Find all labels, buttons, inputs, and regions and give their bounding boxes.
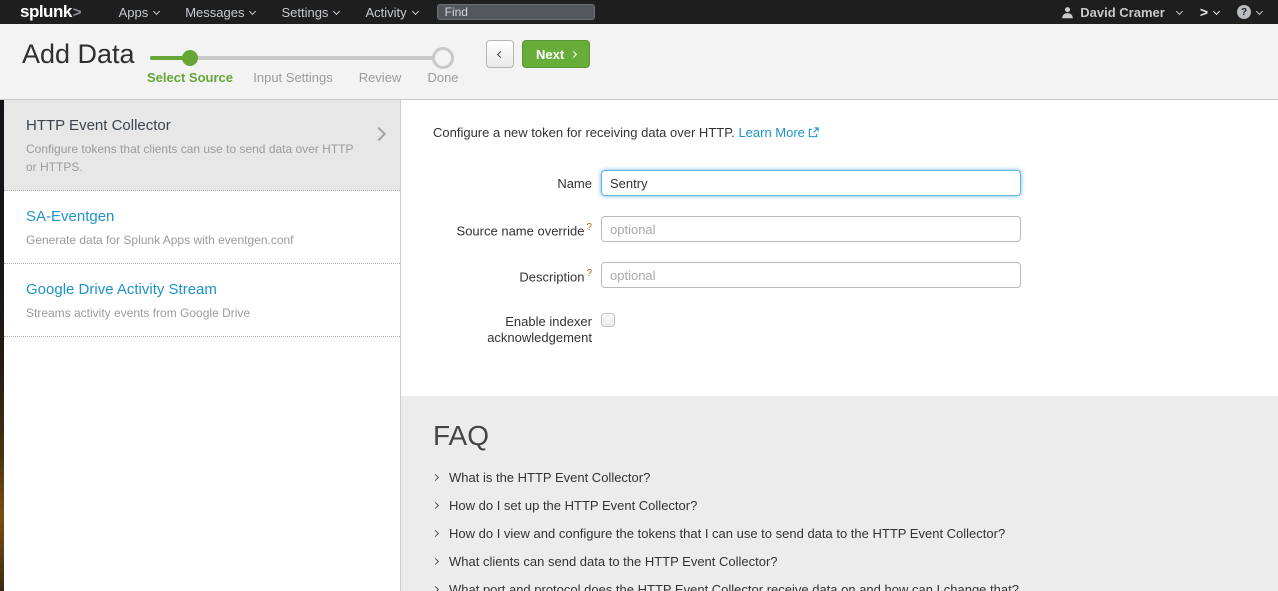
source-sidebar: HTTP Event Collector Configure tokens th…	[4, 100, 401, 591]
faq-title: FAQ	[433, 420, 1246, 452]
source-description: Configure tokens that clients can use to…	[26, 140, 361, 176]
sidebar-item-sa-eventgen[interactable]: SA-Eventgen Generate data for Splunk App…	[4, 191, 400, 264]
intro-text: Configure a new token for receiving data…	[433, 125, 735, 140]
chevron-left-icon	[496, 50, 503, 57]
step-select-source: Select Source	[147, 70, 233, 85]
sidebar-item-http-event-collector[interactable]: HTTP Event Collector Configure tokens th…	[4, 100, 400, 191]
user-name: David Cramer	[1080, 5, 1165, 20]
token-config-content: Configure a new token for receiving data…	[401, 100, 1278, 367]
topbar-right-group: David Cramer > ?	[1061, 4, 1278, 20]
faq-panel: FAQ What is the HTTP Event Collector? Ho…	[401, 396, 1278, 591]
menu-messages-label: Messages	[185, 5, 244, 20]
chevron-down-icon	[333, 7, 340, 14]
name-input[interactable]	[601, 170, 1021, 196]
description-row: Description?	[433, 262, 1278, 288]
step-done: Done	[427, 70, 458, 85]
page-title: Add Data	[22, 39, 135, 70]
faq-item-what-clients[interactable]: What clients can send data to the HTTP E…	[433, 554, 1246, 569]
faq-question: What clients can send data to the HTTP E…	[449, 554, 778, 569]
next-button[interactable]: Next	[522, 40, 590, 68]
name-label: Name	[433, 170, 592, 192]
chevron-right-icon	[432, 501, 439, 508]
chevron-down-icon	[412, 7, 419, 14]
source-description: Generate data for Splunk Apps with event…	[26, 231, 361, 249]
help-menu[interactable]: ?	[1237, 5, 1262, 19]
done-step-circle	[432, 47, 454, 69]
splunk-bar-menu[interactable]: >	[1200, 4, 1219, 20]
source-title: SA-Eventgen	[26, 208, 380, 225]
help-marker-icon[interactable]: ?	[586, 222, 592, 233]
source-title: HTTP Event Collector	[26, 117, 380, 134]
menu-apps-label: Apps	[119, 5, 149, 20]
menu-settings-label: Settings	[281, 5, 328, 20]
faq-item-view-configure-tokens[interactable]: How do I view and configure the tokens t…	[433, 526, 1246, 541]
splunk-add-data-page: splunk > Apps Messages Settings Activity	[0, 0, 1278, 591]
find-search-input[interactable]	[437, 4, 595, 20]
intro-line: Configure a new token for receiving data…	[433, 125, 1278, 140]
user-icon	[1061, 6, 1074, 19]
chevron-right-icon	[570, 50, 577, 57]
chevron-right-icon	[432, 557, 439, 564]
wizard-stepper: Select Source Input Settings Review Done	[150, 24, 480, 100]
source-title: Google Drive Activity Stream	[26, 281, 380, 298]
menu-activity-label: Activity	[365, 5, 406, 20]
chevron-down-icon	[249, 7, 256, 14]
faq-question: How do I set up the HTTP Event Collector…	[449, 498, 697, 513]
description-label: Description?	[433, 262, 592, 286]
menu-activity[interactable]: Activity	[352, 0, 430, 24]
chevron-down-icon	[1256, 7, 1263, 14]
token-form: Name Source name override? Description? …	[433, 170, 1278, 347]
step-review: Review	[359, 70, 402, 85]
faq-question: What is the HTTP Event Collector?	[449, 470, 650, 485]
splunk-logo-text: splunk	[20, 2, 72, 22]
back-button[interactable]	[486, 40, 514, 68]
splunk-logo[interactable]: splunk >	[20, 2, 82, 22]
source-override-label: Source name override?	[433, 216, 592, 240]
menu-messages[interactable]: Messages	[172, 0, 268, 24]
learn-more-link[interactable]: Learn More	[738, 125, 804, 140]
faq-question: What port and protocol does the HTTP Eve…	[449, 582, 1019, 591]
faq-item-how-set-up[interactable]: How do I set up the HTTP Event Collector…	[433, 498, 1246, 513]
menu-settings[interactable]: Settings	[268, 0, 352, 24]
user-menu[interactable]: David Cramer	[1061, 5, 1182, 20]
external-link-icon	[808, 127, 819, 138]
splunk-chevron-glyph: >	[1200, 4, 1208, 20]
chevron-right-icon	[432, 473, 439, 480]
source-override-row: Source name override?	[433, 216, 1278, 242]
sidebar-item-google-drive-activity-stream[interactable]: Google Drive Activity Stream Streams act…	[4, 264, 400, 337]
chevron-down-icon	[1176, 7, 1183, 14]
faq-question: How do I view and configure the tokens t…	[449, 526, 1005, 541]
faq-item-port-protocol[interactable]: What port and protocol does the HTTP Eve…	[433, 582, 1246, 591]
chevron-right-icon	[432, 585, 439, 591]
step-input-settings: Input Settings	[253, 70, 333, 85]
help-marker-icon[interactable]: ?	[586, 268, 592, 279]
token-config-panel: Configure a new token for receiving data…	[401, 100, 1278, 591]
source-override-input[interactable]	[601, 216, 1021, 242]
topbar: splunk > Apps Messages Settings Activity	[0, 0, 1278, 24]
indexer-ack-checkbox[interactable]	[601, 313, 615, 327]
add-data-header: Add Data Select Source Input Settings Re…	[0, 24, 1278, 100]
chevron-right-icon	[432, 529, 439, 536]
next-button-label: Next	[536, 47, 564, 62]
source-description: Streams activity events from Google Driv…	[26, 304, 361, 322]
page-body: HTTP Event Collector Configure tokens th…	[0, 100, 1278, 591]
menu-apps[interactable]: Apps	[106, 0, 173, 24]
chevron-down-icon	[1213, 7, 1220, 14]
chevron-down-icon	[153, 7, 160, 14]
faq-item-what-is[interactable]: What is the HTTP Event Collector?	[433, 470, 1246, 485]
current-step-dot	[182, 50, 198, 66]
help-icon: ?	[1237, 5, 1251, 19]
name-row: Name	[433, 170, 1278, 196]
splunk-logo-chevron: >	[73, 4, 82, 21]
chevron-right-icon	[374, 126, 384, 144]
description-input[interactable]	[601, 262, 1021, 288]
indexer-ack-row: Enable indexer acknowledgement	[433, 308, 1278, 347]
indexer-ack-label: Enable indexer acknowledgement	[433, 308, 592, 347]
